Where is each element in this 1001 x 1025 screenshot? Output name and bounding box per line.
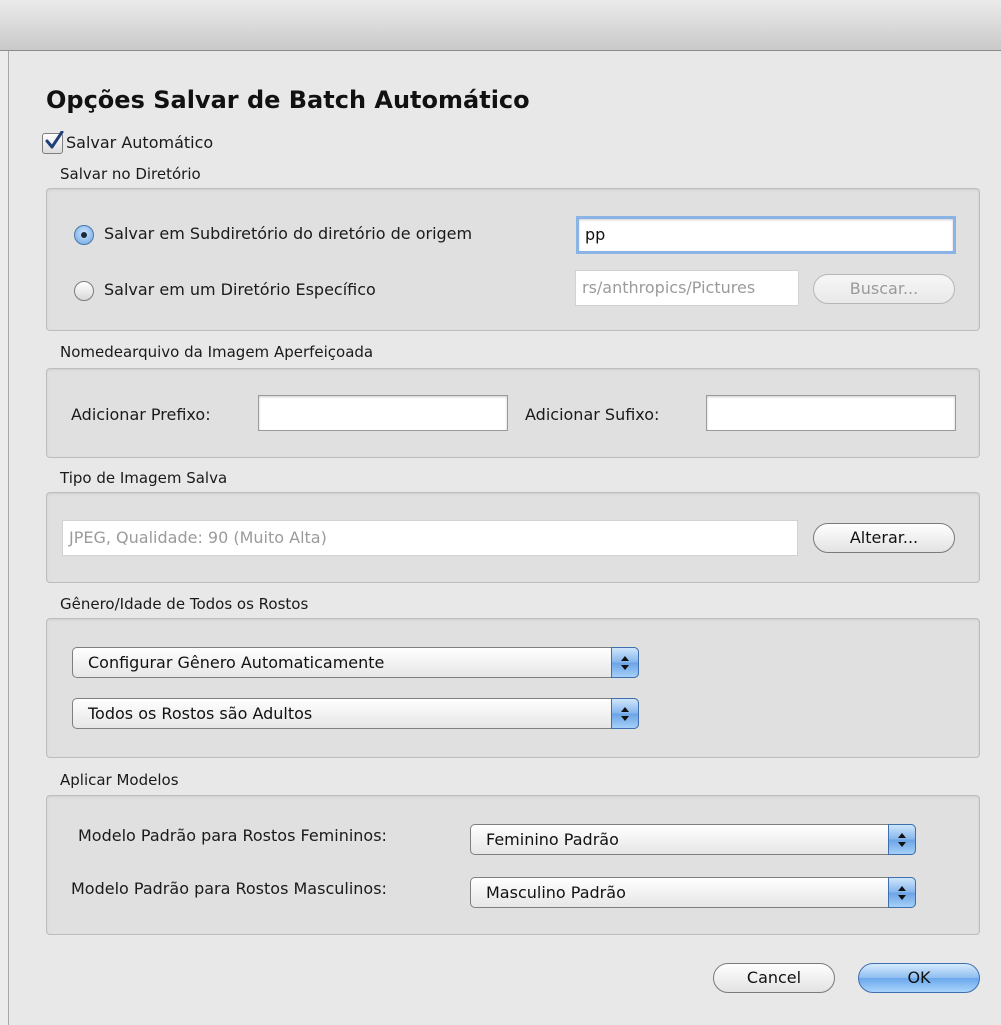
dialog-title: Opções Salvar de Batch Automático	[46, 86, 530, 114]
up-down-arrows-icon	[621, 656, 629, 670]
image-type-section-label: Tipo de Imagem Salva	[60, 469, 228, 487]
female-template-arrows	[888, 824, 916, 855]
gender-popup-value: Configurar Gênero Automaticamente	[88, 653, 385, 672]
image-type-field: JPEG, Qualidade: 90 (Muito Alta)	[62, 520, 798, 556]
gender-age-group	[46, 618, 980, 758]
female-template-popup[interactable]: Feminino Padrão	[470, 824, 916, 855]
gender-popup[interactable]: Configurar Gênero Automaticamente	[72, 647, 639, 678]
auto-save-label: Salvar Automático	[66, 133, 214, 152]
up-down-arrows-icon	[898, 833, 906, 847]
templates-section-label: Aplicar Modelos	[60, 771, 179, 789]
prefix-input[interactable]	[258, 395, 508, 431]
female-template-label: Modelo Padrão para Rostos Femininos:	[78, 826, 387, 845]
subdirectory-input[interactable]: pp	[576, 216, 956, 254]
image-type-value: JPEG, Qualidade: 90 (Muito Alta)	[69, 528, 327, 547]
subdirectory-input-value: pp	[585, 225, 606, 244]
browse-button[interactable]: Buscar...	[813, 274, 955, 304]
auto-save-checkbox[interactable]	[42, 131, 64, 154]
checkmark-icon	[45, 131, 64, 149]
radio-subdirectory-label: Salvar em Subdiretório do diretório de o…	[104, 224, 473, 243]
specific-directory-value: rs/anthropics/Pictures	[582, 278, 756, 297]
gender-popup-arrows	[611, 647, 639, 678]
suffix-input[interactable]	[706, 395, 956, 431]
radio-subdirectory[interactable]	[74, 225, 94, 245]
cancel-button[interactable]: Cancel	[713, 963, 835, 993]
age-popup-value: Todos os Rostos são Adultos	[88, 704, 313, 723]
directory-group	[46, 188, 980, 331]
up-down-arrows-icon	[621, 707, 629, 721]
radio-specific-directory-label: Salvar em um Diretório Específico	[104, 280, 376, 299]
filename-section-label: Nomedearquivo da Imagem Aperfeiçoada	[60, 343, 374, 361]
gender-age-section-label: Gênero/Idade de Todos os Rostos	[60, 595, 309, 613]
suffix-label: Adicionar Sufixo:	[525, 405, 660, 424]
age-popup-arrows	[611, 698, 639, 729]
male-template-value: Masculino Padrão	[486, 883, 626, 902]
female-template-value: Feminino Padrão	[486, 830, 619, 849]
male-template-label: Modelo Padrão para Rostos Masculinos:	[71, 879, 387, 898]
prefix-label: Adicionar Prefixo:	[71, 405, 211, 424]
radio-specific-directory[interactable]	[74, 281, 94, 301]
directory-section-label: Salvar no Diretório	[60, 165, 201, 183]
male-template-popup[interactable]: Masculino Padrão	[470, 877, 916, 908]
change-image-type-button[interactable]: Alterar...	[813, 523, 955, 553]
templates-group	[46, 795, 980, 935]
radio-dot-icon	[81, 232, 87, 238]
up-down-arrows-icon	[898, 886, 906, 900]
ok-button[interactable]: OK	[858, 963, 980, 993]
window-titlebar[interactable]	[0, 0, 1001, 51]
male-template-arrows	[888, 877, 916, 908]
specific-directory-input[interactable]: rs/anthropics/Pictures	[575, 270, 799, 306]
age-popup[interactable]: Todos os Rostos são Adultos	[72, 698, 639, 729]
